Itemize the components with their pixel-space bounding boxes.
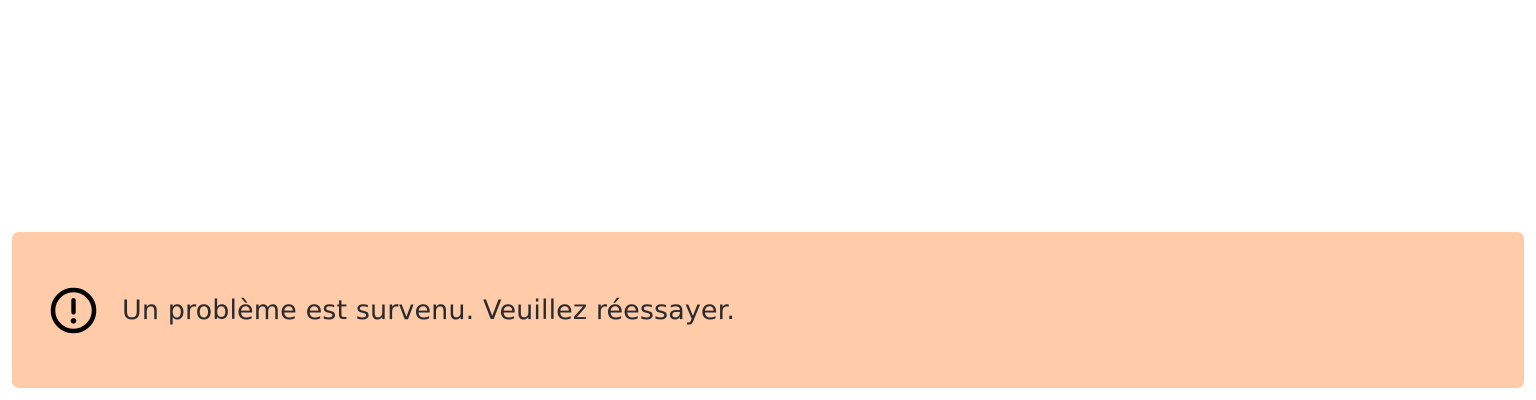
error-alert: Un problème est survenu. Veuillez réessa… — [12, 232, 1524, 388]
exclamation-circle-icon — [49, 286, 98, 335]
alert-message: Un problème est survenu. Veuillez réessa… — [122, 294, 736, 326]
page: Un problème est survenu. Veuillez réessa… — [0, 0, 1536, 400]
